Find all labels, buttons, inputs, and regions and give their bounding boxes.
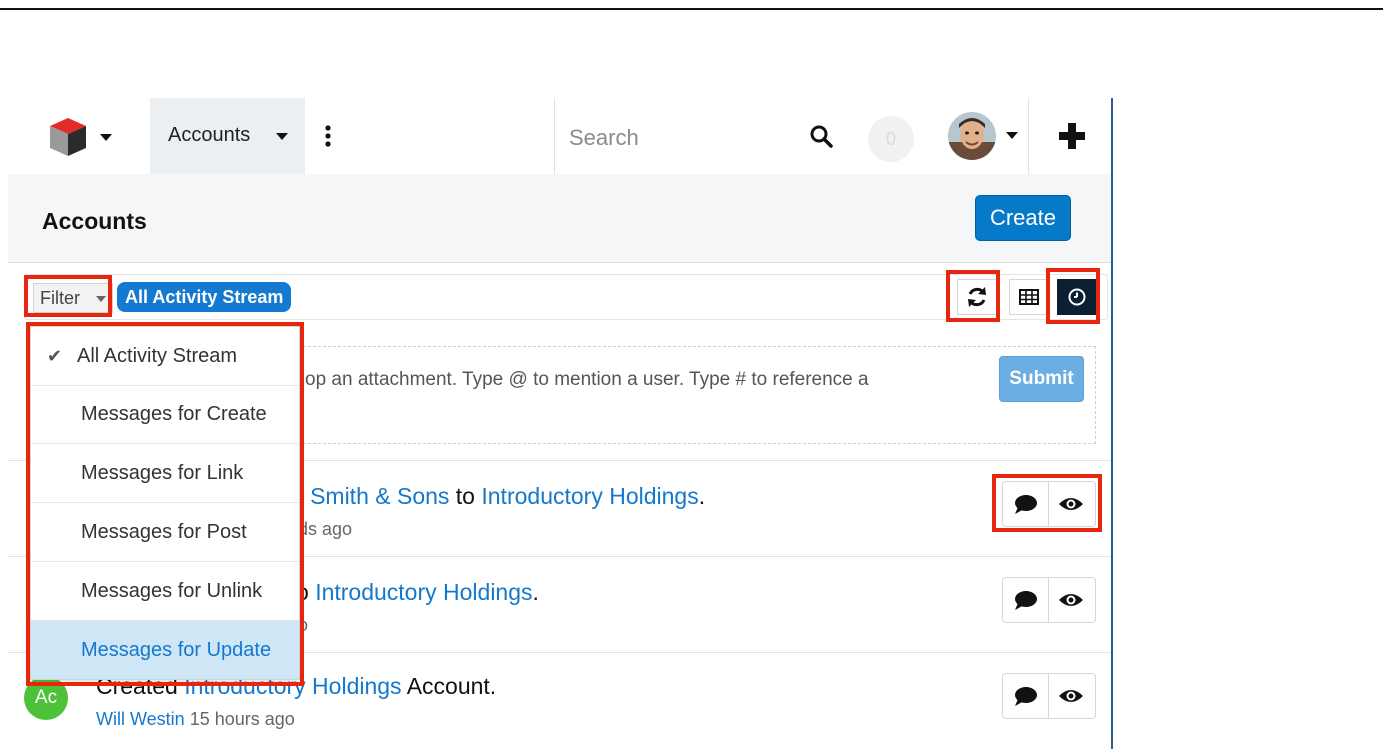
comment-button[interactable] <box>1003 578 1048 622</box>
highlight-filter-dropdown <box>26 322 304 686</box>
submit-button[interactable]: Submit <box>999 356 1084 402</box>
activity-middle: to <box>455 483 475 509</box>
preview-button[interactable] <box>1049 578 1094 622</box>
list-view-button[interactable] <box>1009 279 1049 315</box>
search-icon[interactable] <box>809 124 833 148</box>
eye-icon <box>1059 594 1083 606</box>
table-grid-icon <box>1019 289 1039 305</box>
activity-actions <box>1002 673 1096 719</box>
more-vertical-icon[interactable] <box>324 124 332 148</box>
user-menu[interactable] <box>948 112 1022 160</box>
active-filter-pill[interactable]: All Activity Stream <box>117 282 292 312</box>
activity-link[interactable]: Introductory Holdings <box>315 579 532 605</box>
activity-meta: ds ago <box>298 519 353 539</box>
activity-link[interactable]: Smith & Sons <box>310 483 449 509</box>
activity-suffix: Account. <box>406 673 497 699</box>
highlight-refresh-button <box>946 270 1000 322</box>
top-divider-line <box>0 8 1383 10</box>
eye-icon <box>1059 690 1083 702</box>
user-avatar <box>948 112 996 160</box>
comment-button[interactable] <box>1003 674 1048 718</box>
activity-text: r Smith & Sons to Introductory Holdings. <box>296 483 705 510</box>
activity-actions <box>1002 577 1096 623</box>
app-window: Accounts 0 <box>8 98 1113 749</box>
logo-caret-icon <box>100 134 112 141</box>
cube-logo-icon <box>50 118 86 156</box>
top-navbar: Accounts 0 <box>8 98 1111 175</box>
highlight-row-actions <box>992 474 1102 532</box>
activity-author-link[interactable]: Will Westin <box>96 709 185 729</box>
activity-link[interactable]: Introductory Holdings <box>481 483 698 509</box>
create-button[interactable]: Create <box>975 195 1071 241</box>
search-area <box>554 98 885 174</box>
highlight-activity-view-button <box>1046 268 1100 324</box>
nav-separator <box>1028 98 1029 174</box>
preview-button[interactable] <box>1049 674 1094 718</box>
quick-create-plus-icon[interactable] <box>1058 122 1086 150</box>
app-right-border <box>1111 98 1113 749</box>
app-logo-menu[interactable] <box>48 116 118 160</box>
highlight-filter-button <box>24 275 112 317</box>
nav-module-label: Accounts <box>168 124 251 146</box>
activity-meta: 15 hours ago <box>189 709 295 729</box>
comment-icon <box>1015 591 1037 610</box>
module-caret-icon <box>276 133 288 140</box>
nav-module-accounts[interactable]: Accounts <box>150 98 305 174</box>
activity-composer[interactable]: op an attachment. Type @ to mention a us… <box>298 346 1096 444</box>
user-caret-icon <box>1006 132 1018 139</box>
activity-suffix: . <box>532 579 539 605</box>
activity-suffix: . <box>698 483 706 509</box>
composer-placeholder-text: op an attachment. Type @ to mention a us… <box>305 369 869 390</box>
activity-text: o Introductory Holdings. <box>296 579 539 606</box>
notification-badge[interactable]: 0 <box>868 116 914 162</box>
page-title: Accounts <box>42 208 147 234</box>
comment-icon <box>1015 687 1037 706</box>
activity-meta-line: Will Westin 15 hours ago <box>96 709 295 730</box>
search-input[interactable] <box>567 120 791 156</box>
list-header: Accounts Create <box>8 174 1111 263</box>
